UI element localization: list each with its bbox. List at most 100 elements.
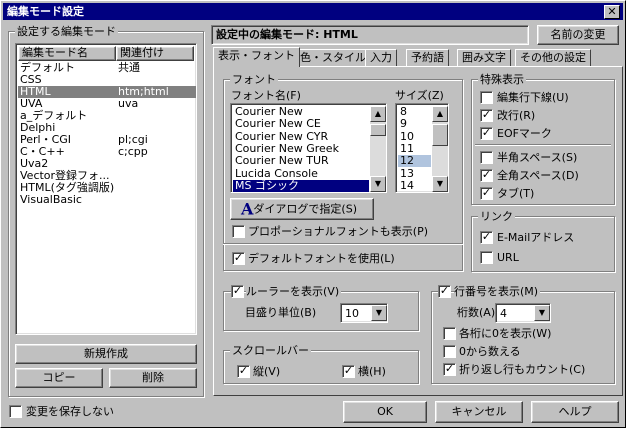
size-list-item[interactable]: 10 (398, 130, 431, 143)
scroll-thumb[interactable] (432, 124, 448, 146)
proportional-checkbox[interactable] (232, 225, 245, 238)
mode-assoc: uva (118, 97, 139, 110)
link-label: URL (497, 251, 519, 264)
special-label: タブ(T) (497, 187, 535, 200)
size-list-item[interactable]: 14 (398, 179, 431, 192)
new-mode-button[interactable]: 新規作成 (15, 344, 197, 364)
ruler-unit-value: 10 (345, 307, 359, 320)
link-group-label: リンク (478, 210, 515, 223)
scroll-thumb[interactable] (370, 124, 386, 136)
vertical-scrollbar-label: 縦(V) (253, 365, 281, 378)
special-checkbox[interactable]: ✓ (480, 187, 493, 200)
font-list-scrollbar[interactable]: ▲ ▼ (370, 106, 386, 192)
mode-name: VisualBasic (20, 193, 82, 206)
special-checkbox[interactable] (480, 91, 493, 104)
mode-assoc: 共通 (118, 61, 140, 74)
mode-list[interactable]: 編集モード名 関連付け デフォルト 共通 CSS HTML htm;html UVA uva… (15, 43, 197, 335)
tab-reserved-words[interactable]: 予約語 (406, 49, 449, 67)
close-icon: ✕ (607, 5, 617, 18)
help-button[interactable]: ヘルプ (531, 401, 619, 423)
font-list-item[interactable]: Lucida Console (233, 167, 369, 180)
special-label: 全角スペース(D) (497, 169, 579, 182)
delete-button[interactable]: 削除 (109, 368, 197, 388)
line-number-checkbox[interactable]: ✓ (438, 285, 451, 298)
arrow-down-icon[interactable]: ▼ (432, 176, 448, 192)
tab-label: 表示・フォント (218, 49, 295, 62)
line-number-label: 行番号を表示(M) (454, 285, 541, 298)
special-checkbox[interactable] (480, 151, 493, 164)
font-dialog-label: ダイアログで指定(S) (253, 202, 357, 216)
ruler-checkbox[interactable]: ✓ (231, 285, 244, 298)
cancel-button[interactable]: キャンセル (435, 401, 523, 423)
font-list-item[interactable]: Courier New TUR (233, 155, 369, 167)
arrow-down-icon[interactable]: ▼ (370, 176, 386, 192)
line-number-option-checkbox[interactable]: ✓ (443, 363, 456, 376)
font-list-item[interactable]: MS ゴシック (233, 179, 369, 192)
size-list[interactable]: 8 9 10 11 12 13 14 ▲ ▼ (395, 103, 449, 193)
nosave-checkbox[interactable] (9, 405, 22, 418)
size-list-item[interactable]: 11 (398, 142, 431, 155)
tab-display-font[interactable]: 表示・フォント (213, 47, 300, 67)
line-number-option-checkbox[interactable] (443, 327, 456, 340)
link-checkbox[interactable] (480, 251, 493, 264)
column-header-name[interactable]: 編集モード名 (18, 46, 116, 61)
font-list-item[interactable]: Courier New CE (233, 118, 369, 130)
list-item[interactable]: デフォルト 共通 (18, 62, 196, 74)
copy-button[interactable]: コピー (15, 368, 103, 388)
ok-button[interactable]: OK (343, 401, 427, 423)
separator (223, 243, 463, 245)
ruler-label: ルーラーを表示(V) (246, 285, 342, 298)
special-label: EOFマーク (497, 127, 552, 140)
close-button[interactable]: ✕ (604, 5, 620, 19)
size-list-item[interactable]: 12 (398, 155, 431, 168)
font-list-item[interactable]: Courier New (233, 106, 369, 118)
tab-label: その他の設定 (520, 51, 586, 64)
ruler-unit-label: 目盛り単位(B) (245, 306, 317, 319)
line-number-option-checkbox[interactable] (443, 345, 456, 358)
tab-input[interactable]: 入力 (365, 49, 397, 67)
font-list-item[interactable]: Courier New Greek (233, 142, 369, 155)
special-display-label: 特殊表示 (478, 73, 526, 86)
nosave-label: 変更を保存しない (26, 405, 114, 418)
chevron-down-icon[interactable]: ▼ (371, 305, 387, 321)
default-font-checkbox[interactable]: ✓ (232, 252, 245, 265)
horizontal-scrollbar-label: 横(H) (358, 365, 386, 378)
digits-select[interactable]: 4 ▼ (495, 303, 551, 323)
size-list-item[interactable]: 13 (398, 167, 431, 180)
mode-list-group-label: 設定する編集モード (15, 25, 118, 38)
tab-enclosing-chars[interactable]: 囲み文字 (457, 49, 511, 67)
font-dialog-button[interactable]: Aダイアログで指定(S) (230, 198, 374, 220)
horizontal-scrollbar-checkbox[interactable]: ✓ (342, 365, 355, 378)
arrow-up-icon[interactable]: ▲ (370, 106, 386, 122)
special-checkbox[interactable]: ✓ (480, 109, 493, 122)
special-label: 改行(R) (497, 109, 536, 122)
font-list-item[interactable]: Courier New CYR (233, 130, 369, 143)
proportional-label: プロポーショナルフォントも表示(P) (248, 225, 428, 238)
vertical-scrollbar-checkbox[interactable]: ✓ (237, 365, 250, 378)
tab-label: 予約語 (411, 51, 444, 64)
size-list-scrollbar[interactable]: ▲ ▼ (432, 106, 448, 192)
digits-value: 4 (500, 307, 507, 320)
arrow-up-icon[interactable]: ▲ (432, 106, 448, 122)
list-item[interactable]: HTML htm;html (18, 86, 196, 98)
size-list-item[interactable]: 9 (398, 118, 431, 130)
tab-other-settings[interactable]: その他の設定 (515, 49, 591, 67)
tab-label: 色・スタイル (300, 51, 366, 64)
list-item[interactable]: VisualBasic (18, 194, 196, 206)
rename-button[interactable]: 名前の変更 (537, 25, 619, 45)
tab-color-style[interactable]: 色・スタイル (295, 49, 371, 67)
ruler-unit-select[interactable]: 10 ▼ (340, 303, 388, 323)
chevron-down-icon[interactable]: ▼ (534, 305, 550, 321)
current-mode-label: 設定中の編集モード: HTML (211, 25, 529, 45)
size-list-item[interactable]: 8 (398, 106, 431, 118)
font-list[interactable]: Courier New Courier New CE Courier New CYR… (230, 103, 387, 193)
column-header-assoc[interactable]: 関連付け (116, 46, 194, 61)
tab-label: 囲み文字 (462, 51, 506, 64)
special-checkbox[interactable]: ✓ (480, 127, 493, 140)
title-bar: 編集モード設定 ✕ (3, 3, 623, 20)
font-name-label: フォント名(F) (231, 89, 301, 102)
line-number-option-label: 折り返し行もカウント(C) (459, 363, 586, 376)
link-checkbox[interactable]: ✓ (480, 231, 493, 244)
font-size-label: サイズ(Z) (395, 89, 444, 102)
special-checkbox[interactable]: ✓ (480, 169, 493, 182)
